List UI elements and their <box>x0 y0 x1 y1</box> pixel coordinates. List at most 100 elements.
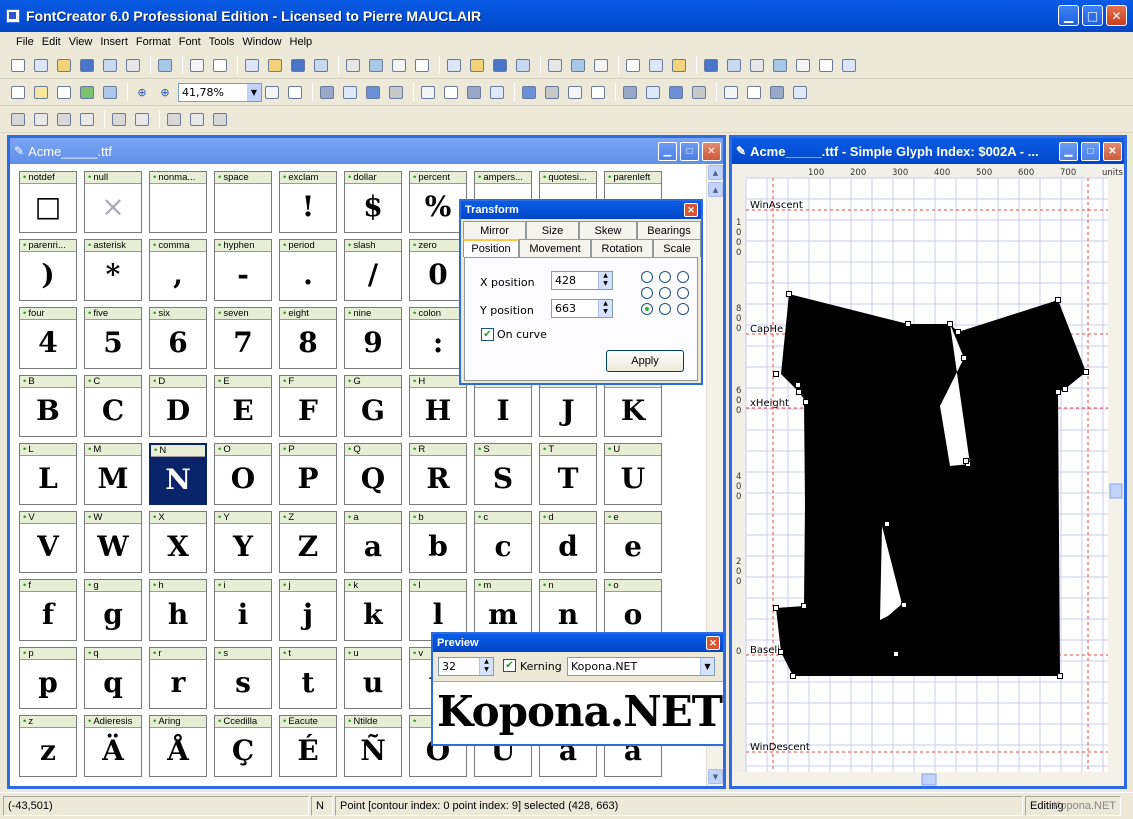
outline-point[interactable] <box>901 602 907 608</box>
menu-edit[interactable]: Edit <box>38 36 65 48</box>
glyph-cell[interactable]: comma, <box>149 239 207 301</box>
outline-point[interactable] <box>773 605 779 611</box>
tb1-button-30-icon[interactable] <box>747 55 767 75</box>
glyph-cell[interactable]: ff <box>19 579 77 641</box>
tab-rotation[interactable]: Rotation <box>591 239 653 257</box>
tab-size[interactable]: Size <box>526 221 579 239</box>
glyph-cell[interactable]: period. <box>279 239 337 301</box>
glyph-window-close-button[interactable]: ✕ <box>1103 141 1122 161</box>
outline-point[interactable] <box>1055 389 1061 395</box>
glyph-cell[interactable]: aa <box>344 511 402 573</box>
glyph-cell[interactable]: BB <box>19 375 77 437</box>
drawing-tool-5-icon[interactable] <box>363 82 383 102</box>
glyph-cell[interactable]: tt <box>279 647 337 709</box>
kerning-checkbox[interactable]: ✔ <box>503 659 516 672</box>
close-button[interactable]: ✕ <box>1106 5 1127 26</box>
tb1-button-3-icon[interactable] <box>54 55 74 75</box>
glyph-cell[interactable]: XX <box>149 511 207 573</box>
tb1-button-33-icon[interactable] <box>816 55 836 75</box>
anchor-point-radio[interactable] <box>641 287 653 299</box>
glyph-cell[interactable]: bb <box>409 511 467 573</box>
y-position-input[interactable]: 663 ▲ ▼ <box>551 299 613 318</box>
anchor-point-radio[interactable] <box>677 271 689 283</box>
outline-point[interactable] <box>1062 386 1068 392</box>
tb1-button-10-icon[interactable] <box>242 55 262 75</box>
glyph-cell[interactable]: exclam! <box>279 171 337 233</box>
outline-point[interactable] <box>893 651 899 657</box>
tool-5-icon[interactable] <box>100 82 120 102</box>
glyph-cell[interactable]: qq <box>84 647 142 709</box>
tb1-button-15-icon[interactable] <box>366 55 386 75</box>
glyph-cell[interactable]: Aring Å <box>149 715 207 777</box>
scroll-up-arrow-icon[interactable]: ▲ <box>708 165 723 180</box>
tb1-button-9-icon[interactable] <box>210 55 230 75</box>
glyph-cell[interactable]: MM <box>84 443 142 505</box>
drawing-tool-17-icon[interactable] <box>666 82 686 102</box>
x-position-input[interactable]: 428 ▲ ▼ <box>551 271 613 290</box>
glyph-cell[interactable]: Ntilde Ñ <box>344 715 402 777</box>
glyph-cell[interactable]: kk <box>344 579 402 641</box>
glyph-cell[interactable]: nonma... <box>149 171 207 233</box>
tab-movement[interactable]: Movement <box>519 239 591 257</box>
glyph-cell[interactable]: four 4 <box>19 307 77 369</box>
preview-text-select[interactable]: Kopona.NET ▼ <box>567 657 715 676</box>
tb3-button-3-icon[interactable] <box>54 109 74 129</box>
glyph-cell[interactable]: NN <box>149 443 207 505</box>
transform-close-button[interactable]: ✕ <box>684 203 698 217</box>
menu-view[interactable]: View <box>65 36 97 48</box>
tb1-button-8-icon[interactable] <box>187 55 207 75</box>
tb1-button-18-icon[interactable] <box>444 55 464 75</box>
tb1-button-32-icon[interactable] <box>793 55 813 75</box>
tool-4-icon[interactable] <box>77 82 97 102</box>
drawing-tool-15-icon[interactable] <box>620 82 640 102</box>
zoom-select[interactable]: 41,78% ▼ <box>178 82 262 102</box>
glyph-cell[interactable]: YY <box>214 511 272 573</box>
tb1-button-31-icon[interactable] <box>770 55 790 75</box>
font-window-minimize-button[interactable]: ▁ <box>658 141 677 161</box>
tb1-button-22-icon[interactable] <box>545 55 565 75</box>
glyph-cell[interactable]: nine 9 <box>344 307 402 369</box>
glyph-cell[interactable]: gg <box>84 579 142 641</box>
tb3-button-1-icon[interactable] <box>8 109 28 129</box>
tb1-button-4-icon[interactable] <box>77 55 97 75</box>
glyph-cell[interactable]: zz <box>19 715 77 777</box>
glyph-cell[interactable]: dollar $ <box>344 171 402 233</box>
glyph-vscroll-thumb[interactable] <box>1109 483 1123 499</box>
glyph-cell[interactable]: hyphen - <box>214 239 272 301</box>
glyph-cell[interactable]: GG <box>344 375 402 437</box>
glyph-cell[interactable]: six 6 <box>149 307 207 369</box>
preview-size-input[interactable]: 32 ▲ ▼ <box>438 657 494 676</box>
glyph-window-maximize-button[interactable]: □ <box>1081 141 1100 161</box>
glyph-cell[interactable]: dd <box>539 511 597 573</box>
tab-bearings[interactable]: Bearings <box>637 221 701 239</box>
glyph-cell[interactable]: jj <box>279 579 337 641</box>
glyph-cell[interactable]: DD <box>149 375 207 437</box>
drawing-tool-8-icon[interactable] <box>441 82 461 102</box>
glyph-cell[interactable]: TT <box>539 443 597 505</box>
glyph-cell[interactable]: ee <box>604 511 662 573</box>
glyph-cell[interactable]: EE <box>214 375 272 437</box>
tool-1-icon[interactable] <box>8 82 28 102</box>
glyph-cell[interactable]: cc <box>474 511 532 573</box>
drawing-tool-11-icon[interactable] <box>519 82 539 102</box>
glyph-cell[interactable]: space <box>214 171 272 233</box>
outline-point[interactable] <box>947 321 953 327</box>
drawing-tool-10-icon[interactable] <box>487 82 507 102</box>
glyph-cell[interactable]: slash / <box>344 239 402 301</box>
drawing-tool-3-icon[interactable] <box>317 82 337 102</box>
outline-point[interactable] <box>1057 673 1063 679</box>
drawing-tool-22-icon[interactable] <box>790 82 810 102</box>
anchor-point-radio[interactable] <box>659 287 671 299</box>
outline-point[interactable] <box>884 521 890 527</box>
tb1-button-26-icon[interactable] <box>646 55 666 75</box>
glyph-cell[interactable]: seven 7 <box>214 307 272 369</box>
font-window-maximize-button[interactable]: □ <box>680 141 699 161</box>
glyph-cell[interactable]: eight 8 <box>279 307 337 369</box>
tool-2-icon[interactable] <box>31 82 51 102</box>
tb3-button-9-icon[interactable] <box>210 109 230 129</box>
glyph-cell[interactable]: OO <box>214 443 272 505</box>
drawing-tool-12-icon[interactable] <box>542 82 562 102</box>
outline-point[interactable] <box>961 355 967 361</box>
tb1-button-12-icon[interactable] <box>288 55 308 75</box>
tab-skew[interactable]: Skew <box>579 221 637 239</box>
